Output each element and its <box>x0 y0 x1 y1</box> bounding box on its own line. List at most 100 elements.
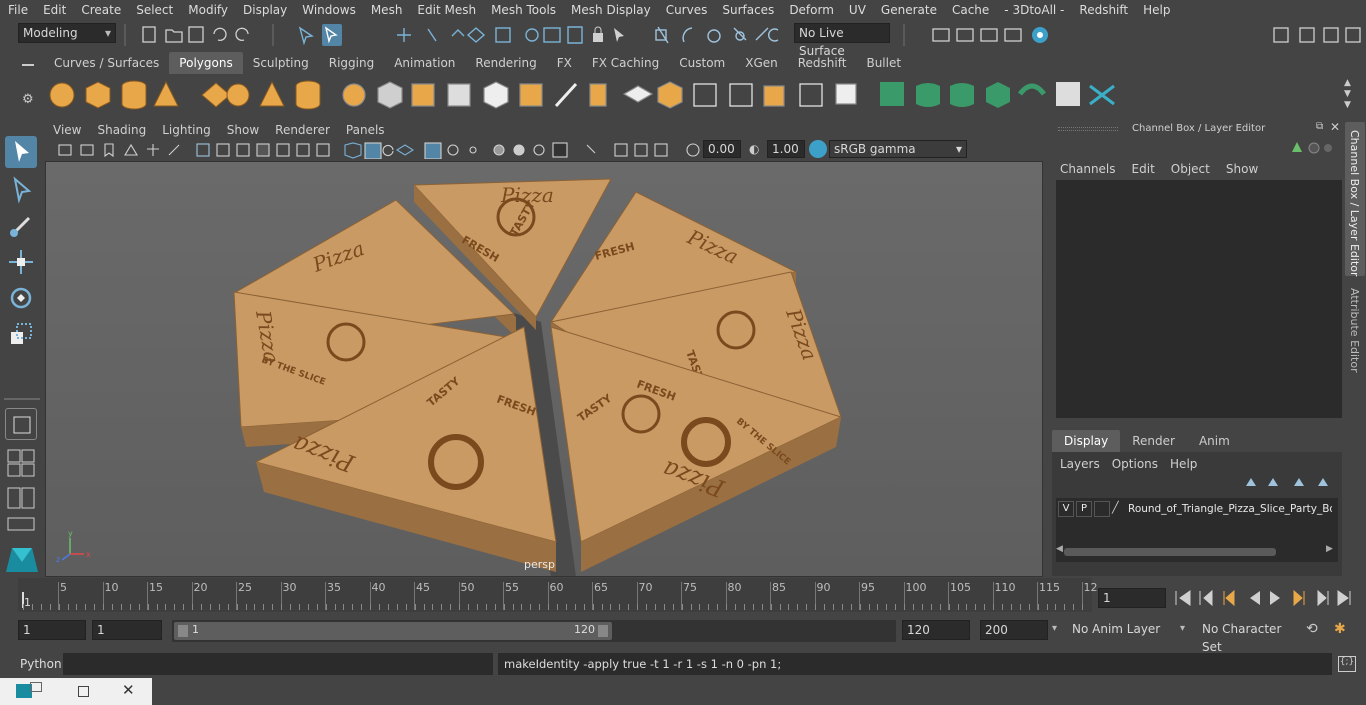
layer-visibility-toggle[interactable]: V <box>1058 501 1074 517</box>
scroll-left-icon[interactable]: ◀ <box>1056 544 1063 554</box>
channel-menu-object[interactable]: Object <box>1163 162 1218 176</box>
range-slider-track[interactable]: 1 120 <box>172 620 896 642</box>
channel-menu-edit[interactable]: Edit <box>1124 162 1163 176</box>
shelf-tab-fx[interactable]: FX <box>547 52 582 74</box>
script-language-label[interactable]: Python <box>20 657 62 671</box>
3d-viewport[interactable]: Pizza Pizza FRESH TASTY Pizza FRESH Pizz… <box>45 161 1043 577</box>
menu-windows[interactable]: Windows <box>294 0 363 20</box>
shelf-tab-sculpting[interactable]: Sculpting <box>243 52 319 74</box>
render-toolbar[interactable] <box>930 24 1056 46</box>
menu-generate[interactable]: Generate <box>873 0 944 20</box>
menu-file[interactable]: File <box>0 0 35 20</box>
shelf-scroll[interactable]: ▲ ▼ ▼ <box>1344 78 1351 111</box>
anim-layer-select[interactable]: No Anim Layer <box>1068 620 1174 640</box>
viewport-menu-shading[interactable]: Shading <box>89 123 154 137</box>
viewport-menu-lighting[interactable]: Lighting <box>154 123 219 137</box>
anim-start-field[interactable]: 1 <box>18 620 86 640</box>
menu-modify[interactable]: Modify <box>180 0 235 20</box>
shelf-tab-curves-surfaces[interactable]: Curves / Surfaces <box>44 52 169 74</box>
viewport-menu-show[interactable]: Show <box>219 123 267 137</box>
menu-deform[interactable]: Deform <box>781 0 841 20</box>
shelf-gear-icon[interactable]: ⚙ <box>22 92 34 107</box>
layout-buttons[interactable] <box>6 448 38 541</box>
auto-key-icon[interactable]: ⟲ <box>1306 621 1318 637</box>
viewport-menu-view[interactable]: View <box>45 123 89 137</box>
chevron-down-icon[interactable]: ▾ <box>1180 623 1185 634</box>
menu-mesh[interactable]: Mesh <box>363 0 410 20</box>
lasso-tool-icon[interactable] <box>5 174 37 206</box>
layer-menu-layers[interactable]: Layers <box>1056 454 1108 474</box>
layer-tab-anim[interactable]: Anim <box>1187 430 1242 452</box>
color-management-toggle-icon[interactable] <box>809 140 827 158</box>
command-input[interactable] <box>63 653 493 675</box>
range-slider-handle[interactable]: 1 120 <box>174 622 612 640</box>
anim-end-field[interactable]: 200 <box>980 620 1048 640</box>
channel-list[interactable] <box>1056 180 1342 418</box>
shelf-tab-bullet[interactable]: Bullet <box>856 52 911 74</box>
preferences-icon[interactable]: ✱ <box>1334 621 1346 637</box>
menu-mesh-display[interactable]: Mesh Display <box>563 0 658 20</box>
menu-help[interactable]: Help <box>1135 0 1177 20</box>
shelf-tab-fx-caching[interactable]: FX Caching <box>582 52 669 74</box>
snap-toolbar[interactable] <box>652 24 792 46</box>
menu-cache[interactable]: Cache <box>944 0 996 20</box>
close-icon[interactable]: ✕ <box>1330 120 1340 134</box>
shelf-tab-animation[interactable]: Animation <box>384 52 465 74</box>
close-icon[interactable]: ✕ <box>122 681 135 699</box>
layer-playback-toggle[interactable]: P <box>1076 501 1092 517</box>
last-tool-icon[interactable] <box>5 408 37 440</box>
layer-tab-display[interactable]: Display <box>1052 430 1121 452</box>
menu-redshift[interactable]: Redshift <box>1071 0 1135 20</box>
time-slider[interactable]: 1 5 10 15 20 25 30 35 40 45 50 55 60 65 70 75 80 85 90 95 1… <box>0 578 1366 614</box>
menu-select[interactable]: Select <box>128 0 180 20</box>
selection-toolbar[interactable] <box>296 24 636 46</box>
playback-end-field[interactable]: 120 <box>902 620 970 640</box>
playback-start-field[interactable]: 1 <box>92 620 162 640</box>
move-tool-icon[interactable] <box>5 246 37 278</box>
channel-menu-show[interactable]: Show <box>1218 162 1266 176</box>
color-space-select[interactable]: sRGB gamma ▾ <box>829 140 967 158</box>
workspace-toolbar[interactable] <box>1270 24 1366 46</box>
restore-icon[interactable] <box>30 682 42 692</box>
script-editor-icon[interactable]: {;} <box>1338 656 1356 672</box>
layer-tab-render[interactable]: Render <box>1120 430 1187 452</box>
shelf-tab-rendering[interactable]: Rendering <box>465 52 546 74</box>
layer-menu-options[interactable]: Options <box>1108 454 1166 474</box>
time-ruler[interactable]: 1 5 10 15 20 25 30 35 40 45 50 55 60 65 70 75 80 85 90 95 1… <box>18 578 1098 612</box>
gamma-field[interactable]: 1.00 <box>767 140 805 158</box>
layer-row[interactable]: V P ╱ Round_of_Triangle_Pizza_Slice_Part… <box>1058 500 1336 518</box>
shelf-menu-icon[interactable] <box>22 64 34 66</box>
layer-display-type[interactable] <box>1094 501 1110 517</box>
chevron-down-icon[interactable]: ▾ <box>1052 623 1057 634</box>
viewport-menu-renderer[interactable]: Renderer <box>267 123 338 137</box>
menu-surfaces[interactable]: Surfaces <box>714 0 781 20</box>
tab-channel-box[interactable]: Channel Box / Layer Editor <box>1345 122 1365 277</box>
shelf-tab-redshift[interactable]: Redshift <box>788 52 857 74</box>
menu-uv[interactable]: UV <box>841 0 873 20</box>
channel-menu-channels[interactable]: Channels <box>1052 162 1124 176</box>
menu-edit-mesh[interactable]: Edit Mesh <box>409 0 483 20</box>
shelf-tab-xgen[interactable]: XGen <box>735 52 788 74</box>
paint-select-icon[interactable] <box>5 210 37 242</box>
scroll-right-icon[interactable]: ▶ <box>1326 544 1333 554</box>
live-surface-field[interactable]: No Live Surface <box>794 23 890 58</box>
current-frame-field[interactable]: 1 <box>1098 588 1166 608</box>
panel-toolbar-icons[interactable] <box>55 141 705 159</box>
shelf-tab-custom[interactable]: Custom <box>669 52 735 74</box>
maximize-icon[interactable] <box>78 686 89 697</box>
menu-edit[interactable]: Edit <box>35 0 73 20</box>
menu-mesh-tools[interactable]: Mesh Tools <box>483 0 563 20</box>
layer-toolbar[interactable] <box>1242 474 1338 490</box>
rotate-tool-icon[interactable] <box>5 282 37 314</box>
layer-scrollbar[interactable] <box>1064 548 1276 556</box>
tab-attribute-editor[interactable]: Attribute Editor <box>1345 282 1365 382</box>
playback-controls[interactable] <box>1172 587 1362 609</box>
menu-curves[interactable]: Curves <box>658 0 715 20</box>
select-tool-icon[interactable] <box>5 136 37 168</box>
layer-color-icon[interactable]: ╱ <box>1112 501 1126 517</box>
menu-3dtoall[interactable]: - 3DtoAll - <box>996 0 1071 20</box>
channel-box-icons[interactable] <box>1290 140 1334 159</box>
menu-create[interactable]: Create <box>73 0 128 20</box>
menu-display[interactable]: Display <box>235 0 294 20</box>
mode-selector[interactable]: Modeling ▾ <box>18 23 116 43</box>
